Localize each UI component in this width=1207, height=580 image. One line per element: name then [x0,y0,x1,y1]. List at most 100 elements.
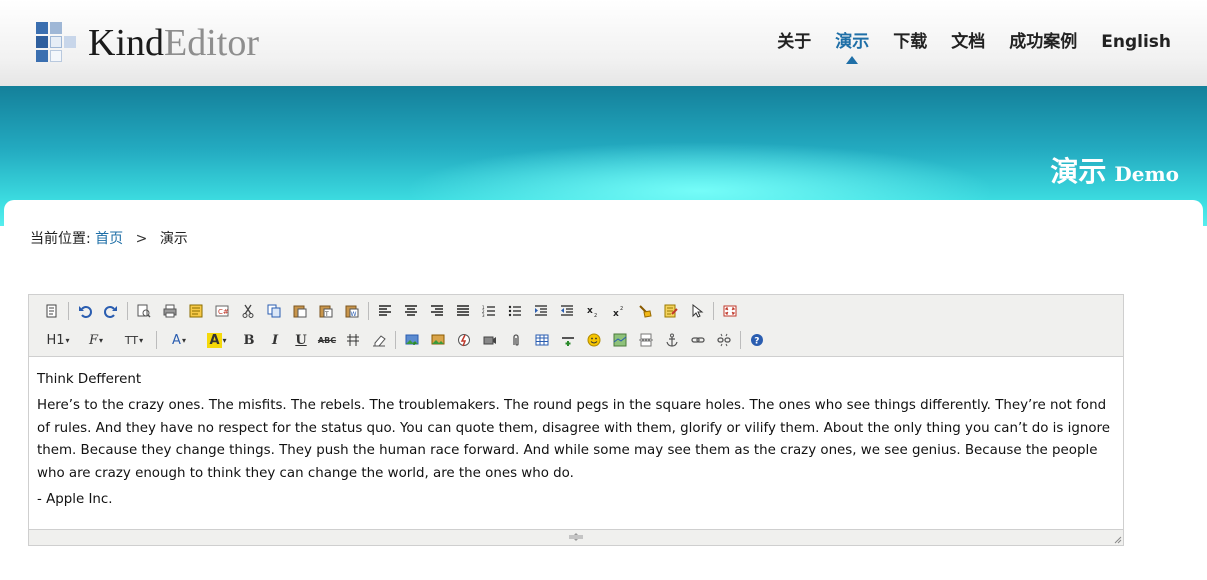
cut-button[interactable] [237,300,259,322]
anchor-button[interactable] [661,329,683,351]
eraser-icon [373,335,386,347]
outdent-button[interactable] [556,300,578,322]
nav-item-docs[interactable]: 文档 [951,30,985,54]
quick-format-button[interactable] [660,300,682,322]
outdent-icon [561,305,573,316]
code-button[interactable]: C# [211,300,233,322]
table-button[interactable] [531,329,553,351]
indent-button[interactable] [530,300,552,322]
undo-icon [79,306,92,318]
toolbar-separator [368,302,369,320]
italic-button[interactable]: I [264,329,286,351]
plain-paste-button[interactable]: T [315,300,337,322]
fore-color-button[interactable]: A ▾ [162,329,196,351]
template-icon [189,304,203,318]
line-height-button[interactable] [342,329,364,351]
dropdown-arrow-icon: ▾ [139,335,144,345]
justify-left-button[interactable] [374,300,396,322]
media-button[interactable] [479,329,501,351]
toolbar-separator [713,302,714,320]
editor-content-area[interactable]: Think Defferent Here’s to the crazy ones… [29,357,1123,529]
link-button[interactable] [687,329,709,351]
nav-item-demo-label: 演示 [835,32,870,52]
hilite-color-label: A [207,332,222,348]
toolbar-row-2: H1 ▾ F ▾ TT ▾ A ▾ A ▾ B I U ABC ? [41,327,772,353]
baidu-map-button[interactable] [609,329,631,351]
nav-item-about[interactable]: 关于 [777,30,811,54]
copy-button[interactable] [263,300,285,322]
toolbar-separator [127,302,128,320]
content-card: 当前位置: 首页 > 演示 C# T W 1 2 3 x 2 x 2 H1 ▾ … [4,200,1203,580]
page-break-icon [639,333,653,347]
svg-text:T: T [324,311,329,318]
template-button[interactable] [185,300,207,322]
font-name-label: F [88,332,98,348]
font-name-dropdown[interactable]: F ▾ [79,329,113,351]
justify-full-button[interactable] [452,300,474,322]
quick-format-icon [664,304,678,318]
print-button[interactable] [159,300,181,322]
active-indicator-icon [846,56,859,64]
horizontal-rule-button[interactable] [557,329,579,351]
resize-handle-icon[interactable] [567,533,585,541]
ordered-list-button[interactable]: 123 [478,300,500,322]
format-block-dropdown[interactable]: H1 ▾ [41,329,75,351]
fullscreen-button[interactable] [719,300,741,322]
image-button[interactable] [401,329,423,351]
nav-item-english[interactable]: English [1101,30,1171,54]
fore-color-label: A [172,332,181,348]
paste-button[interactable] [289,300,311,322]
remove-format-button[interactable] [368,329,390,351]
justify-center-button[interactable] [400,300,422,322]
align-left-icon [379,305,391,316]
redo-button[interactable] [100,300,122,322]
nav-item-cases[interactable]: 成功案例 [1009,30,1077,54]
word-paste-button[interactable]: W [341,300,363,322]
select-all-button[interactable] [686,300,708,322]
paperclip-icon [513,334,519,346]
subscript-button[interactable]: x2 [582,300,604,322]
dropdown-arrow-icon: ▾ [99,335,104,345]
redo-icon [104,306,117,318]
preview-icon [137,304,151,318]
unlink-button[interactable] [713,329,735,351]
font-size-dropdown[interactable]: TT ▾ [117,329,151,351]
about-button[interactable]: ? [746,329,768,351]
bold-button[interactable]: B [238,329,260,351]
superscript-button[interactable]: x2 [608,300,630,322]
table-icon [535,334,549,346]
ordered-list-icon: 123 [482,305,495,318]
content-heading: Think Defferent [37,372,142,387]
justify-right-button[interactable] [426,300,448,322]
emoticons-button[interactable] [583,329,605,351]
logo-text-bold: Kind [88,22,164,64]
map-icon [613,333,627,347]
hilite-color-button[interactable]: A ▾ [200,329,234,351]
paste-icon [293,305,307,318]
breadcrumb-prefix: 当前位置: [30,231,91,247]
underline-label: U [295,332,307,348]
source-code-button[interactable] [41,300,63,322]
underline-button[interactable]: U [290,329,312,351]
undo-button[interactable] [74,300,96,322]
main-nav: 关于 演示 下载 文档 成功案例 English [753,30,1171,64]
page-break-button[interactable] [635,329,657,351]
dropdown-arrow-icon: ▾ [222,335,227,345]
editor-statusbar [29,529,1123,545]
unordered-list-button[interactable] [504,300,526,322]
multi-image-icon [431,334,445,345]
clear-html-button[interactable] [634,300,656,322]
toolbar-separator [68,302,69,320]
nav-item-demo[interactable]: 演示 [835,30,870,64]
resize-grip-icon[interactable] [1112,534,1122,544]
fullscreen-icon [723,305,737,317]
toolbar-separator [740,331,741,349]
strikethrough-button[interactable]: ABC [316,329,338,351]
breadcrumb-home-link[interactable]: 首页 [95,231,123,247]
insert-file-button[interactable] [505,329,527,351]
multi-image-button[interactable] [427,329,449,351]
nav-item-download[interactable]: 下载 [893,30,927,54]
flash-button[interactable] [453,329,475,351]
preview-button[interactable] [133,300,155,322]
dropdown-arrow-icon: ▾ [65,335,70,345]
